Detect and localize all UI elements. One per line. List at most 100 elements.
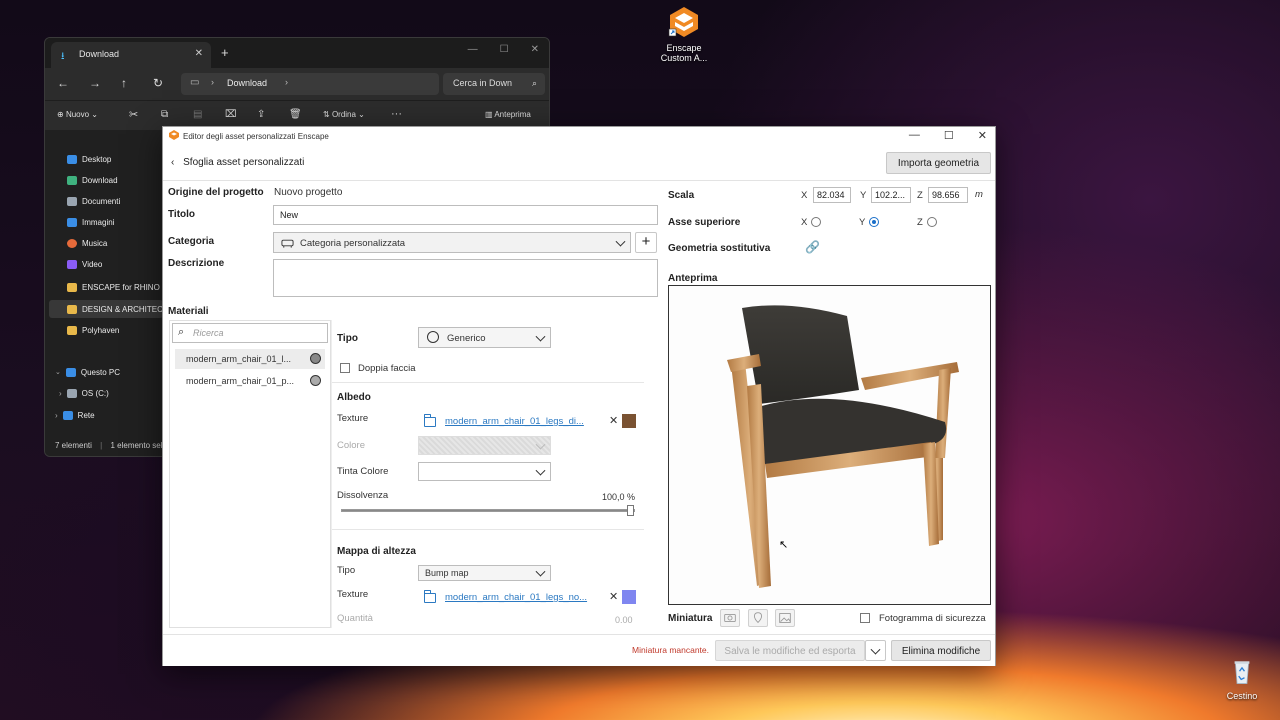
height-map-type-dropdown[interactable]: Bump map — [418, 565, 551, 581]
maximize-icon[interactable]: ☐ — [500, 44, 509, 55]
preview-viewport[interactable]: ↖ — [668, 285, 991, 605]
folder-icon[interactable] — [424, 414, 436, 427]
scale-label: Scala — [668, 190, 695, 201]
maximize-icon[interactable]: ☐ — [944, 129, 954, 142]
sidebar-item-enscape-for-rhino[interactable]: ENSCAPE for RHINO — [67, 279, 160, 295]
chevron-down-icon[interactable]: ⌄ — [55, 368, 61, 376]
material-type-dropdown[interactable]: Generico — [418, 327, 551, 348]
import-geometry-button[interactable]: Importa geometria — [886, 152, 991, 174]
remove-height-texture-icon[interactable]: ✕ — [609, 590, 618, 603]
camera-glyph — [724, 614, 736, 622]
safety-frame-checkbox[interactable] — [860, 613, 870, 623]
location-pin-icon[interactable] — [748, 609, 768, 627]
close-tab-icon[interactable]: ✕ — [195, 48, 203, 59]
desktop-icon-recycle-bin[interactable]: Cestino — [1202, 657, 1280, 701]
albedo-texture-file-link[interactable]: modern_arm_chair_01_legs_di... — [445, 416, 584, 427]
share-icon[interactable]: ⇪ — [257, 109, 265, 120]
chevron-left-icon: ‹ — [171, 157, 175, 168]
delete-icon[interactable]: 🗑 — [289, 109, 302, 120]
add-category-button[interactable]: + — [635, 232, 657, 253]
back-arrow-icon[interactable]: ← — [57, 76, 69, 90]
back-to-browse-link[interactable]: ‹ Sfoglia asset personalizzati — [171, 157, 304, 168]
amount-value: 0.00 — [615, 615, 633, 625]
minimize-icon[interactable]: — — [468, 44, 478, 55]
address-breadcrumb: Download — [227, 78, 268, 88]
height-map-heading: Mappa di altezza — [337, 546, 416, 557]
minimize-icon[interactable]: — — [909, 129, 920, 142]
material-item[interactable]: modern_arm_chair_01_l... — [175, 349, 325, 369]
scale-y-input[interactable]: 102.2... — [871, 187, 911, 203]
remove-albedo-texture-icon[interactable]: ✕ — [609, 414, 618, 427]
title-label: Titolo — [168, 209, 196, 220]
paste-icon[interactable]: ▤ — [193, 109, 202, 120]
sidebar-item-download[interactable]: Download — [67, 172, 118, 188]
new-button[interactable]: ⊕ Nuovo ⌄ — [57, 110, 98, 119]
copy-icon[interactable]: ⧉ — [161, 109, 168, 120]
sofa-icon — [281, 239, 294, 248]
mouse-cursor-icon: ↖ — [779, 539, 789, 551]
back-label: Sfoglia asset personalizzati — [183, 157, 305, 168]
new-tab-button[interactable]: + — [221, 45, 229, 60]
chevron-down-icon — [535, 331, 546, 342]
chevron-right-icon[interactable]: › — [55, 411, 58, 420]
preview-pane-button[interactable]: ▥ Anteprima — [485, 110, 531, 119]
albedo-color-picker[interactable] — [418, 436, 551, 455]
sidebar-item-questo-pc[interactable]: ⌄ Questo PC — [55, 364, 120, 380]
materials-search-input[interactable]: ⌕ Ricerca — [172, 323, 328, 343]
discard-changes-button[interactable]: Elimina modifiche — [891, 640, 991, 661]
title-input[interactable]: New — [273, 205, 658, 225]
forward-arrow-icon[interactable]: → — [89, 76, 101, 90]
close-icon[interactable]: ✕ — [531, 44, 539, 55]
height-map-texture-file-link[interactable]: modern_arm_chair_01_legs_no... — [445, 592, 587, 603]
sidebar-item-polyhaven[interactable]: Polyhaven — [67, 322, 119, 338]
camera-icon[interactable] — [720, 609, 740, 627]
enscape-asset-editor-window[interactable]: Editor degli asset personalizzati Enscap… — [162, 126, 996, 666]
double-face-checkbox[interactable] — [340, 363, 350, 373]
folder-icon[interactable] — [424, 590, 436, 603]
scale-z-input[interactable]: 98.656 — [928, 187, 968, 203]
fade-slider-track[interactable] — [341, 505, 635, 516]
sidebar-item-musica[interactable]: Musica — [67, 235, 107, 251]
albedo-texture-color-swatch[interactable] — [622, 414, 636, 428]
refresh-icon[interactable]: ↻ — [153, 76, 163, 90]
desktop-folder-icon — [67, 154, 77, 164]
close-icon[interactable]: ✕ — [978, 129, 987, 142]
save-options-dropdown[interactable] — [865, 640, 886, 661]
fade-slider-handle[interactable] — [627, 505, 634, 516]
pin-glyph — [753, 612, 763, 624]
albedo-color-label: Colore — [337, 440, 365, 451]
image-icon[interactable] — [775, 609, 795, 627]
up-axis-x-radio[interactable] — [811, 217, 821, 227]
description-input[interactable] — [273, 259, 658, 297]
address-bar[interactable]: ▭ › Download › — [181, 73, 439, 95]
search-icon: ⌕ — [531, 78, 537, 88]
up-axis-z-radio[interactable] — [927, 217, 937, 227]
chevron-right-icon[interactable]: › — [59, 389, 62, 398]
sidebar-item-design-architect[interactable]: DESIGN & ARCHITECT — [67, 301, 168, 317]
sort-button[interactable]: ⇅ Ordina ⌄ — [323, 110, 365, 119]
tint-color-picker[interactable] — [418, 462, 551, 481]
desktop-icon-enscape[interactable]: Enscape Custom A... — [644, 5, 724, 63]
material-item[interactable]: modern_arm_chair_01_p... — [175, 371, 325, 391]
sidebar-item-os-c[interactable]: › OS (C:) — [59, 385, 109, 401]
sidebar-item-immagini[interactable]: Immagini — [67, 214, 114, 230]
chevron-down-icon — [535, 566, 546, 577]
height-map-texture-color-swatch[interactable] — [622, 590, 636, 604]
up-arrow-icon[interactable]: ↑ — [121, 76, 127, 90]
explorer-search-input[interactable]: Cerca in Down ⌕ — [443, 73, 545, 95]
up-axis-y-radio[interactable] — [869, 217, 879, 227]
up-axis-y-label: Y — [859, 217, 866, 228]
rename-icon[interactable]: ⌧ — [225, 109, 237, 120]
save-and-export-button[interactable]: Salva le modifiche ed esporta — [715, 640, 865, 661]
sidebar-item-desktop[interactable]: Desktop — [67, 151, 111, 167]
scale-x-input[interactable]: 82.034 — [813, 187, 851, 203]
explorer-tab-download[interactable]: ⭳ Download ✕ — [51, 42, 211, 68]
link-icon[interactable]: 🔗 — [805, 240, 820, 254]
description-label: Descrizione — [168, 258, 225, 269]
category-dropdown[interactable]: Categoria personalizzata — [273, 232, 631, 253]
cut-icon[interactable]: ✂ — [129, 108, 138, 121]
sidebar-item-rete[interactable]: › Rete — [55, 407, 95, 423]
more-options-icon[interactable]: ··· — [391, 108, 402, 120]
sidebar-item-documenti[interactable]: Documenti — [67, 193, 120, 209]
sidebar-item-video[interactable]: Video — [67, 256, 102, 272]
